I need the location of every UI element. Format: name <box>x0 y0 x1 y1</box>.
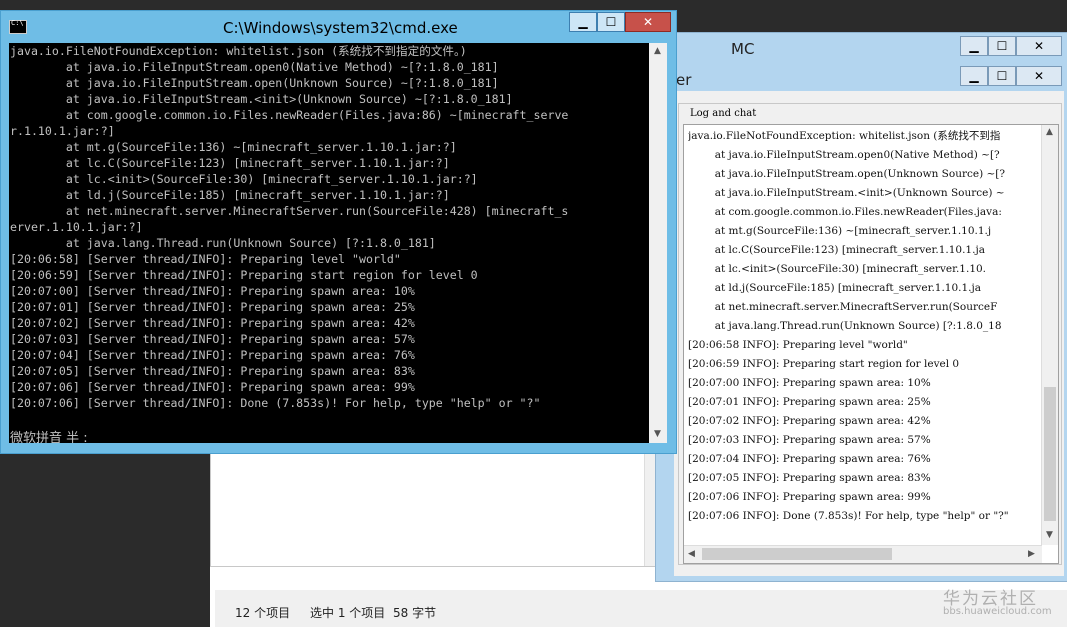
console-line: [20:07:05] [Server thread/INFO]: Prepari… <box>10 364 415 378</box>
server-title-bar[interactable]: er ▁ ☐ ✕ <box>670 63 1067 91</box>
cmd-maximize-button[interactable]: ☐ <box>597 12 625 32</box>
log-line: java.io.FileNotFoundException: whitelist… <box>688 130 1001 142</box>
console-line: [20:07:01] [Server thread/INFO]: Prepari… <box>10 300 415 314</box>
console-line: [20:07:04] [Server thread/INFO]: Prepari… <box>10 348 415 362</box>
console-output[interactable]: java.io.FileNotFoundException: whitelist… <box>9 43 649 443</box>
log-line: [20:07:03 INFO]: Preparing spawn area: 5… <box>688 434 931 446</box>
cmd-title-bar[interactable]: C:\ C:\Windows\system32\cmd.exe ▁ ☐ ✕ <box>1 11 676 43</box>
watermark: 华为云社区 bbs.huaweicloud.com <box>935 582 1065 627</box>
log-vertical-scrollbar[interactable]: ▲ ▼ <box>1041 125 1058 545</box>
log-group: java.io.FileNotFoundException: whitelist… <box>678 103 1062 565</box>
log-line: at lc.C(SourceFile:123) [minecraft_serve… <box>688 244 985 256</box>
server-window-title: er <box>676 71 692 89</box>
console-lines: java.io.FileNotFoundException: whitelist… <box>10 43 649 411</box>
ime-status: 微软拼音 半 : <box>10 431 88 443</box>
log-line: [20:06:59 INFO]: Preparing start region … <box>688 358 960 370</box>
selected-count: 选中 1 个项目 <box>310 606 386 620</box>
log-line: at java.io.FileInputStream.<init>(Unknow… <box>688 187 1005 199</box>
log-line: at com.google.common.io.Files.newReader(… <box>688 206 1002 218</box>
log-textarea[interactable]: java.io.FileNotFoundException: whitelist… <box>683 124 1059 564</box>
log-line: [20:07:06 INFO]: Done (7.853s)! For help… <box>688 510 1009 522</box>
scroll-right-icon[interactable]: ▶ <box>1028 549 1035 559</box>
log-line: at java.io.FileInputStream.open(Unknown … <box>688 168 1006 180</box>
console-line: java.io.FileNotFoundException: whitelist… <box>10 44 467 58</box>
log-line: at java.lang.Thread.run(Unknown Source) … <box>688 320 1002 332</box>
console-scroll-up-icon[interactable]: ▲ <box>654 46 661 56</box>
cmd-window: C:\ C:\Windows\system32\cmd.exe ▁ ☐ ✕ ja… <box>0 10 677 454</box>
log-line: [20:07:00 INFO]: Preparing spawn area: 1… <box>688 377 931 389</box>
server-window: er ▁ ☐ ✕ java.io.FileNotFoundException: … <box>670 63 1067 581</box>
selected-size: 58 字节 <box>393 606 437 620</box>
cmd-minimize-button[interactable]: ▁ <box>569 12 597 32</box>
log-line: [20:07:04 INFO]: Preparing spawn area: 7… <box>688 453 931 465</box>
file-list[interactable] <box>210 440 662 567</box>
cmd-close-button[interactable]: ✕ <box>625 12 671 32</box>
server-close-button[interactable]: ✕ <box>1016 66 1062 86</box>
console-line: at mt.g(SourceFile:136) ~[minecraft_serv… <box>10 140 457 154</box>
mc-window-title: MC <box>731 40 755 58</box>
console-line: at java.io.FileInputStream.open(Unknown … <box>10 76 499 90</box>
log-vscroll-thumb[interactable] <box>1044 387 1056 521</box>
server-maximize-button[interactable]: ☐ <box>988 66 1016 86</box>
log-line: at ld.j(SourceFile:185) [minecraft_serve… <box>688 282 982 294</box>
console-line: [20:07:03] [Server thread/INFO]: Prepari… <box>10 332 415 346</box>
mc-title-bar[interactable]: MC ▁ ☐ ✕ <box>656 33 1067 65</box>
console-line: r.1.10.1.jar:?] <box>10 124 115 138</box>
console-line: at java.lang.Thread.run(Unknown Source) … <box>10 236 436 250</box>
log-line: [20:07:01 INFO]: Preparing spawn area: 2… <box>688 396 931 408</box>
log-line: [20:07:06 INFO]: Preparing spawn area: 9… <box>688 491 931 503</box>
server-minimize-button[interactable]: ▁ <box>960 66 988 86</box>
mc-minimize-button[interactable]: ▁ <box>960 36 988 56</box>
item-count: 12 个项目 <box>235 606 291 620</box>
console-line: [20:07:06] [Server thread/INFO]: Prepari… <box>10 380 415 394</box>
mc-maximize-button[interactable]: ☐ <box>988 36 1016 56</box>
console-line: erver.1.10.1.jar:?] <box>10 220 143 234</box>
log-line: [20:07:05 INFO]: Preparing spawn area: 8… <box>688 472 931 484</box>
console-scroll-track[interactable] <box>652 61 664 261</box>
log-horizontal-scrollbar[interactable]: ◀ ▶ <box>684 545 1042 563</box>
scroll-up-icon[interactable]: ▲ <box>1046 127 1053 137</box>
log-hscroll-thumb[interactable] <box>702 548 892 560</box>
scroll-down-icon[interactable]: ▼ <box>1046 530 1053 540</box>
console-line: [20:07:00] [Server thread/INFO]: Prepari… <box>10 284 415 298</box>
log-line: at lc.<init>(SourceFile:30) [minecraft_s… <box>688 263 987 275</box>
server-body: java.io.FileNotFoundException: whitelist… <box>674 91 1064 576</box>
console-line: at net.minecraft.server.MinecraftServer.… <box>10 204 569 218</box>
log-line: [20:06:58 INFO]: Preparing level "world" <box>688 339 908 351</box>
console-line: [20:06:59] [Server thread/INFO]: Prepari… <box>10 268 478 282</box>
console-scroll-down-icon[interactable]: ▼ <box>654 429 661 439</box>
log-lines: java.io.FileNotFoundException: whitelist… <box>688 127 1040 526</box>
watermark-url: bbs.huaweicloud.com <box>943 606 1052 617</box>
console-line: at lc.C(SourceFile:123) [minecraft_serve… <box>10 156 450 170</box>
console-line: [20:07:06] [Server thread/INFO]: Done (7… <box>10 396 541 410</box>
log-line: at java.io.FileInputStream.open0(Native … <box>688 149 1000 161</box>
console-line: [20:07:02] [Server thread/INFO]: Prepari… <box>10 316 415 330</box>
log-line: at net.minecraft.server.MinecraftServer.… <box>688 301 998 313</box>
log-line: at mt.g(SourceFile:136) ~[minecraft_serv… <box>688 225 992 237</box>
mc-close-button[interactable]: ✕ <box>1016 36 1062 56</box>
console-line: [20:06:58] [Server thread/INFO]: Prepari… <box>10 252 401 266</box>
console-line: at lc.<init>(SourceFile:30) [minecraft_s… <box>10 172 478 186</box>
scroll-left-icon[interactable]: ◀ <box>688 549 695 559</box>
console-scrollbar[interactable]: ▲ ▼ <box>649 43 667 443</box>
console-line: at com.google.common.io.Files.newReader(… <box>10 108 569 122</box>
console-line: at java.io.FileInputStream.open0(Native … <box>10 60 499 74</box>
mc-window: MC ▁ ☐ ✕ er ▁ ☐ ✕ java.io.FileNotFoundEx… <box>655 32 1067 582</box>
log-group-label: Log and chat <box>687 108 760 119</box>
cmd-window-title: C:\Windows\system32\cmd.exe <box>223 19 458 37</box>
console-line: at java.io.FileInputStream.<init>(Unknow… <box>10 92 513 106</box>
log-line: [20:07:02 INFO]: Preparing spawn area: 4… <box>688 415 931 427</box>
console-line: at ld.j(SourceFile:185) [minecraft_serve… <box>10 188 450 202</box>
cmd-icon: C:\ <box>9 19 27 34</box>
